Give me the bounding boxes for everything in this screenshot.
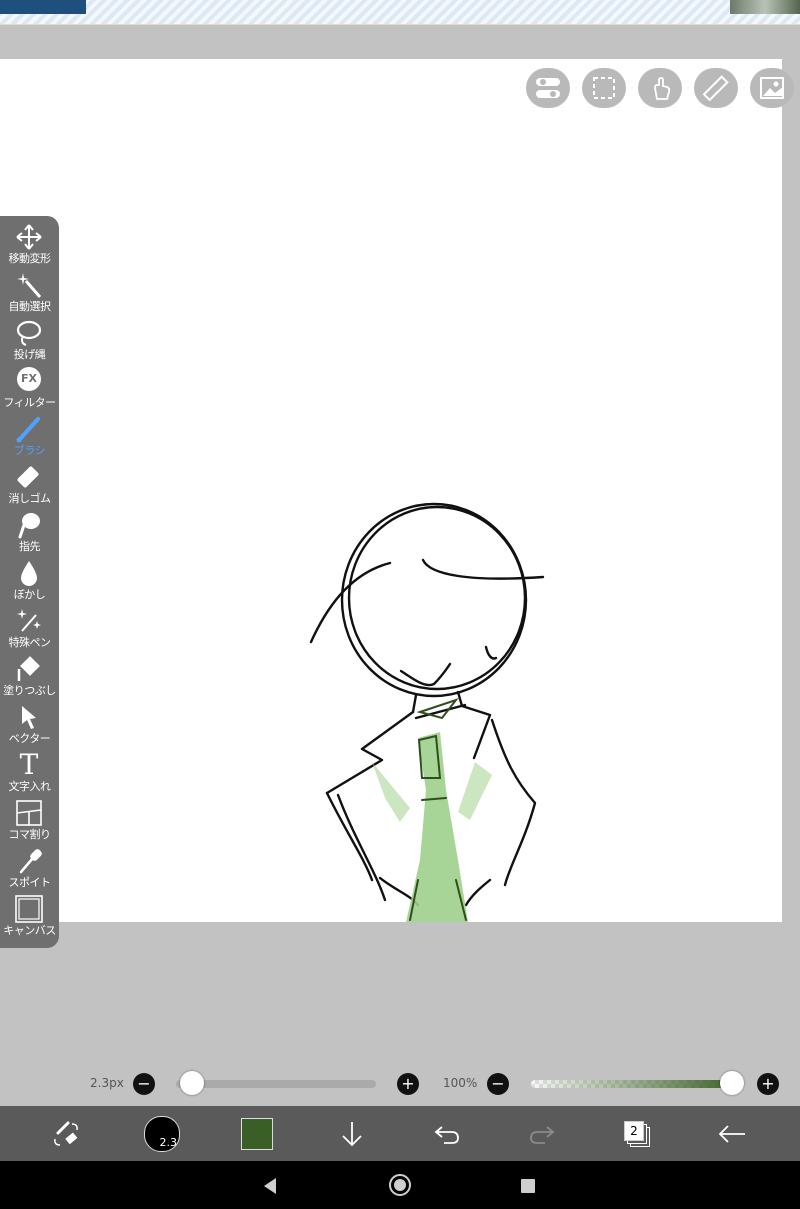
- tool-label: コマ割り: [8, 828, 52, 841]
- text-icon: T: [19, 748, 39, 781]
- tool-fill[interactable]: 塗りつぶし: [0, 653, 59, 701]
- tool-label: スポイト: [8, 876, 52, 889]
- image-icon: [760, 77, 784, 99]
- opacity-label: 100%: [443, 1076, 478, 1090]
- brush-size-label: 2.3px: [90, 1076, 124, 1090]
- smudge-icon: [14, 511, 44, 539]
- blur-icon: [14, 559, 44, 587]
- size-decrease-button[interactable]: −: [133, 1073, 155, 1095]
- brush-size-button[interactable]: 2.3: [142, 1114, 182, 1154]
- tool-label: 消しゴム: [8, 492, 52, 505]
- arrow-down-icon: [342, 1122, 362, 1147]
- vector-icon: [14, 703, 44, 731]
- selection-button[interactable]: [582, 68, 626, 108]
- top-banner: [0, 0, 800, 25]
- eyedropper-icon: [14, 847, 44, 875]
- tool-label: 指先: [19, 540, 41, 553]
- special-pen-icon: [14, 607, 44, 635]
- tool-label: 移動変形: [8, 252, 52, 265]
- lasso-icon: [14, 319, 44, 347]
- tool-panel: 移動変形自動選択投げ縄 FX フィルターブラシ消しゴム指先ぼかし特殊ペン塗りつぶしベ…: [0, 216, 59, 948]
- ruler-button[interactable]: [694, 68, 738, 108]
- nav-recents-icon[interactable]: [520, 1178, 536, 1194]
- color-button[interactable]: [237, 1114, 277, 1154]
- tool-frame-divider[interactable]: コマ割り: [0, 797, 59, 845]
- tool-filter[interactable]: FX フィルター: [0, 365, 59, 413]
- opacity-slider[interactable]: [531, 1080, 741, 1088]
- drawing-canvas[interactable]: [0, 59, 782, 922]
- brush-size-circle: 2.3: [144, 1116, 180, 1152]
- nav-home-icon[interactable]: [388, 1173, 412, 1197]
- tool-move[interactable]: 移動変形: [0, 221, 59, 269]
- system-navigation-bar: [0, 1161, 800, 1209]
- brush-icon: [14, 415, 44, 443]
- canvas-icon: [14, 895, 44, 923]
- back-button[interactable]: [712, 1114, 752, 1154]
- tool-eraser[interactable]: 消しゴム: [0, 461, 59, 509]
- tool-brush[interactable]: ブラシ: [0, 413, 59, 461]
- brush-size-badge: 2.3: [159, 1136, 178, 1149]
- banner-thumbnail-right[interactable]: [730, 0, 800, 14]
- ruler-icon: [703, 75, 729, 101]
- tool-text[interactable]: T 文字入れ: [0, 749, 59, 797]
- frame-divider-icon: [14, 799, 44, 827]
- redo-button: [522, 1114, 562, 1154]
- move-icon: [14, 223, 44, 251]
- arrow-left-icon: [718, 1125, 745, 1143]
- layer-toggle-icon: [536, 78, 560, 98]
- layer-count: 2: [624, 1121, 644, 1141]
- image-button[interactable]: [750, 68, 794, 108]
- tool-lasso[interactable]: 投げ縄: [0, 317, 59, 365]
- tool-label: ベクター: [8, 732, 51, 745]
- download-button[interactable]: [332, 1114, 372, 1154]
- color-swatch: [241, 1118, 273, 1150]
- tool-blur[interactable]: ぼかし: [0, 557, 59, 605]
- tool-label: フィルター: [3, 396, 56, 409]
- eraser-icon: [14, 463, 44, 491]
- selection-icon: [593, 77, 615, 99]
- banner-thumbnail-left[interactable]: [0, 0, 86, 14]
- tool-label: ぼかし: [13, 588, 46, 601]
- layer-toggle-button[interactable]: [526, 68, 570, 108]
- size-increase-button[interactable]: +: [397, 1073, 419, 1095]
- tool-label: 投げ縄: [13, 348, 46, 361]
- tool-eyedropper[interactable]: スポイト: [0, 845, 59, 893]
- tool-label: 自動選択: [8, 300, 52, 313]
- redo-icon: [530, 1126, 555, 1144]
- tool-label: キャンバス: [3, 924, 56, 937]
- tool-smudge[interactable]: 指先: [0, 509, 59, 557]
- opacity-decrease-button[interactable]: −: [487, 1073, 509, 1095]
- tool-label: 塗りつぶし: [3, 684, 56, 697]
- touch-icon: [654, 77, 671, 100]
- layers-button[interactable]: 2: [617, 1114, 657, 1154]
- brush-size-slider[interactable]: [176, 1080, 376, 1088]
- touch-button[interactable]: [638, 68, 682, 108]
- brush-eraser-toggle-button[interactable]: [46, 1114, 86, 1154]
- layers-icon: 2: [622, 1119, 652, 1149]
- fill-icon: [14, 655, 44, 683]
- tool-label: 文字入れ: [8, 780, 52, 793]
- tool-canvas[interactable]: キャンバス: [0, 893, 59, 941]
- undo-icon: [434, 1126, 459, 1144]
- tool-vector[interactable]: ベクター: [0, 701, 59, 749]
- opacity-increase-button[interactable]: +: [757, 1073, 779, 1095]
- tool-special-pen[interactable]: 特殊ペン: [0, 605, 59, 653]
- nav-back-icon[interactable]: [262, 1177, 278, 1195]
- brush-size-handle[interactable]: [180, 1071, 204, 1095]
- tool-label: 特殊ペン: [8, 636, 52, 649]
- bottom-toolbar: [0, 1106, 800, 1161]
- undo-button[interactable]: [427, 1114, 467, 1154]
- tool-magic-wand[interactable]: 自動選択: [0, 269, 59, 317]
- sketch-drawing: [309, 502, 545, 922]
- brush-eraser-swap-icon: [54, 1121, 78, 1146]
- filter-icon: FX: [14, 367, 44, 395]
- opacity-handle[interactable]: [720, 1071, 744, 1095]
- magic-wand-icon: [14, 271, 44, 299]
- tool-label: ブラシ: [13, 444, 46, 457]
